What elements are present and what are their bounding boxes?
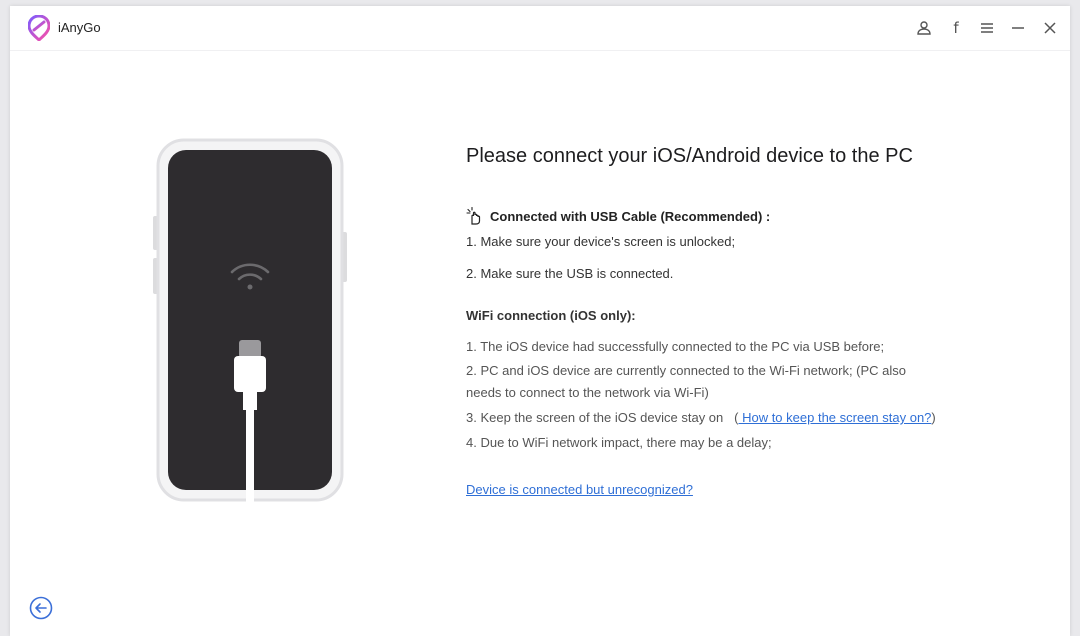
usb-step-1: 1. Make sure your device's screen is unl…	[466, 234, 736, 249]
wifi-step-3: 3. Keep the screen of the iOS device sta…	[466, 410, 936, 425]
menu-icon	[981, 23, 993, 33]
keep-screen-on-link[interactable]: How to keep the screen stay on?	[738, 410, 931, 425]
device-unrecognized-link[interactable]: Device is connected but unrecognized?	[466, 482, 693, 497]
minimize-icon	[1012, 27, 1024, 29]
account-button[interactable]	[913, 17, 935, 39]
wifi-step-3-paren-open: (	[734, 410, 739, 425]
back-arrow-icon	[29, 596, 53, 620]
close-button[interactable]	[1039, 17, 1061, 39]
minimize-button[interactable]	[1007, 17, 1029, 39]
usb-step-2: 2. Make sure the USB is connected.	[466, 266, 674, 281]
app-window: iAnyGo f Please connect your iOS/Android…	[10, 6, 1070, 636]
facebook-icon: f	[953, 18, 959, 37]
ianygo-logo-icon	[28, 15, 50, 41]
wifi-step-2-continued: needs to connect to the network via Wi-F…	[466, 385, 709, 400]
phone-illustration	[150, 136, 350, 506]
close-icon	[1044, 22, 1056, 34]
facebook-button[interactable]: f	[945, 17, 967, 39]
page-title: Please connect your iOS/Android device t…	[466, 145, 913, 167]
wifi-step-3-text: 3. Keep the screen of the iOS device sta…	[466, 410, 724, 425]
back-button[interactable]	[29, 596, 53, 620]
user-icon	[917, 21, 931, 35]
usb-section-title: Connected with USB Cable (Recommended) :	[466, 207, 770, 225]
wifi-section-title: WiFi connection (iOS only):	[466, 308, 636, 323]
usb-section-title-text: Connected with USB Cable (Recommended) :	[490, 208, 771, 224]
wifi-step-3-paren-close: )	[931, 410, 936, 425]
title-bar: iAnyGo f	[10, 6, 1070, 51]
hand-tap-icon	[466, 207, 481, 225]
menu-button[interactable]	[976, 17, 998, 39]
wifi-step-2: 2. PC and iOS device are currently conne…	[466, 363, 907, 378]
wifi-step-4: 4. Due to WiFi network impact, there may…	[466, 435, 772, 450]
app-title: iAnyGo	[58, 20, 101, 35]
wifi-step-1: 1. The iOS device had successfully conne…	[466, 339, 885, 354]
